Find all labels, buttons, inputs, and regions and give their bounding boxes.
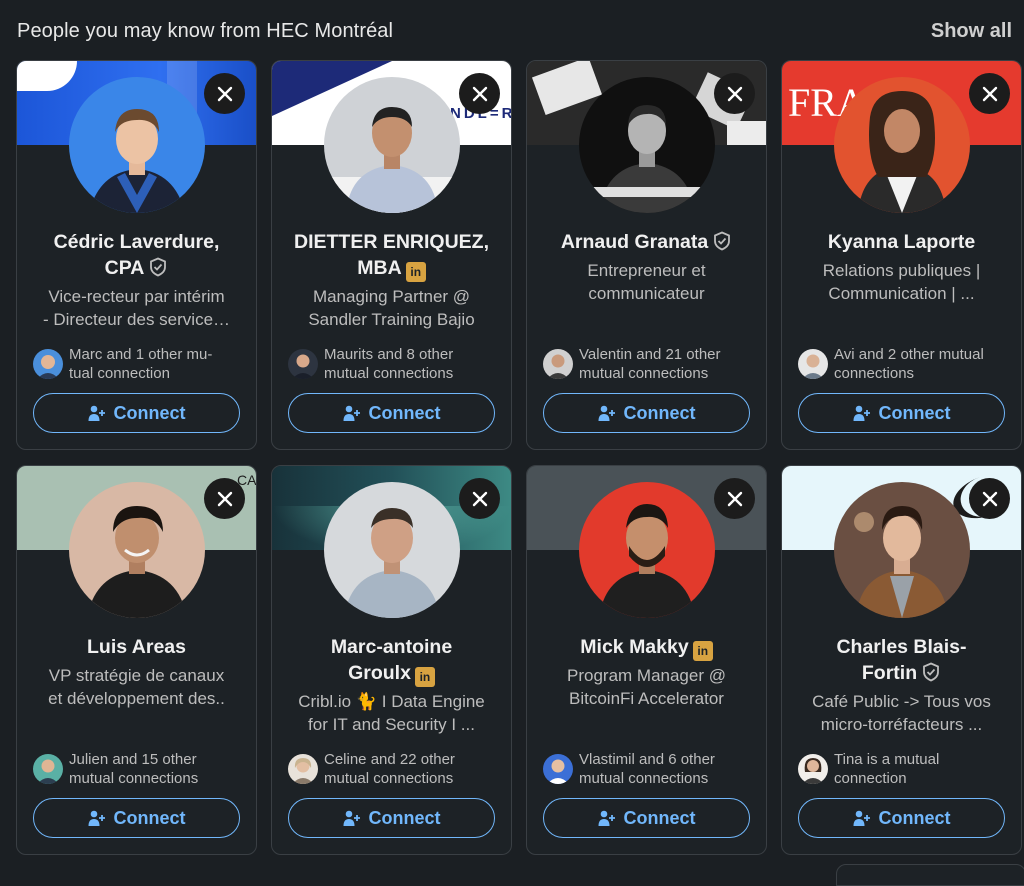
person-card[interactable]: Cédric Laverdure, CPA Vice-recteur par i…	[16, 60, 257, 450]
person-name[interactable]: Kyanna Laporte	[794, 229, 1009, 255]
mutual-avatar	[798, 754, 828, 784]
dismiss-button[interactable]	[204, 478, 245, 519]
person-card[interactable]: Marc-antoine Groulx in Cribl.io 🐈 I Data …	[271, 465, 512, 855]
dismiss-button[interactable]	[714, 73, 755, 114]
add-person-icon	[343, 810, 360, 826]
linkedin-premium-icon: in	[405, 262, 426, 282]
profile-photo[interactable]	[323, 77, 460, 213]
person-headline: Vice-recteur par intérim - Directeur des…	[42, 287, 231, 329]
verified-icon	[714, 231, 731, 251]
connect-button[interactable]: Connect	[543, 393, 750, 433]
connect-button[interactable]: Connect	[33, 798, 240, 838]
dismiss-button[interactable]	[459, 73, 500, 114]
mutual-connections[interactable]: Valentin and 21 other mutual connections	[543, 344, 756, 384]
people-grid: Cédric Laverdure, CPA Vice-recteur par i…	[16, 60, 1022, 855]
person-name[interactable]: Cédric Laverdure, CPA	[29, 229, 244, 281]
person-headline: Program Manager @ BitcoinFi Accelerator	[567, 666, 726, 708]
mutual-avatar	[543, 349, 573, 379]
person-headline: Managing Partner @ Sandler Training Baji…	[308, 287, 475, 329]
profile-photo[interactable]	[68, 77, 205, 213]
verified-icon	[923, 662, 940, 682]
dismiss-button[interactable]	[714, 478, 755, 519]
person-name[interactable]: DIETTER ENRIQUEZ, MBA in	[284, 229, 499, 282]
mutual-connections[interactable]: Maurits and 8 other mutual connections	[288, 344, 501, 384]
connect-button[interactable]: Connect	[33, 393, 240, 433]
profile-photo[interactable]	[68, 482, 205, 618]
person-name[interactable]: Charles Blais- Fortin	[794, 634, 1009, 686]
connect-button[interactable]: Connect	[288, 393, 495, 433]
connect-button[interactable]: Connect	[288, 798, 495, 838]
close-icon	[982, 86, 997, 101]
profile-photo[interactable]	[833, 482, 970, 618]
mutual-avatar	[798, 349, 828, 379]
person-name[interactable]: Marc-antoine Groulx in	[284, 634, 499, 687]
add-person-icon	[598, 405, 615, 421]
person-card[interactable]: CA Luis Areas VP stratégie de canaux et …	[16, 465, 257, 855]
person-card[interactable]: Mick Makky in Program Manager @ BitcoinFi…	[526, 465, 767, 855]
mutual-connections[interactable]: Tina is a mutual connection	[798, 749, 1011, 789]
connect-button[interactable]: Connect	[798, 798, 1005, 838]
dismiss-button[interactable]	[204, 73, 245, 114]
person-headline: Café Public -> Tous vos micro-torréfacte…	[812, 692, 991, 734]
mutual-avatar	[543, 754, 573, 784]
add-person-icon	[88, 405, 105, 421]
person-card[interactable]: NDL=R DIETTER ENRIQUEZ, MBAin Managing P…	[271, 60, 512, 450]
mutual-connections[interactable]: Marc and 1 other mu-tual connection	[33, 344, 246, 384]
person-headline: Cribl.io 🐈 I Data Engine for IT and Secu…	[298, 692, 485, 734]
profile-photo[interactable]	[578, 77, 715, 213]
person-card[interactable]: Charles Blais- Fortin Café Public -> Tou…	[781, 465, 1022, 855]
person-card[interactable]: Arnaud Granata Entrepreneur et communica…	[526, 60, 767, 450]
add-person-icon	[88, 810, 105, 826]
mutual-avatar	[33, 349, 63, 379]
mutual-connections[interactable]: Celine and 22 other mutual connections	[288, 749, 501, 789]
person-headline: Relations publiques | Communication | ..…	[822, 261, 981, 303]
add-person-icon	[598, 810, 615, 826]
close-icon	[982, 491, 997, 506]
person-headline: VP stratégie de canaux et développement …	[48, 666, 225, 708]
profile-photo[interactable]	[323, 482, 460, 618]
mutual-connections[interactable]: Vlastimil and 6 other mutual connections	[543, 749, 756, 789]
close-icon	[727, 86, 742, 101]
close-icon	[472, 491, 487, 506]
close-icon	[472, 86, 487, 101]
person-name[interactable]: Arnaud Granata	[539, 229, 754, 255]
show-all-link[interactable]: Show all	[931, 20, 1012, 43]
add-person-icon	[853, 405, 870, 421]
mutual-connections[interactable]: Julien and 15 other mutual connections	[33, 749, 246, 789]
person-headline: Entrepreneur et communicateur	[587, 261, 706, 303]
connect-button[interactable]: Connect	[543, 798, 750, 838]
person-name[interactable]: Luis Areas	[29, 634, 244, 660]
dismiss-button[interactable]	[969, 73, 1010, 114]
dismiss-button[interactable]	[969, 478, 1010, 519]
profile-photo[interactable]	[833, 77, 970, 213]
person-card[interactable]: FRA Kyanna Laporte Relations publiques |…	[781, 60, 1022, 450]
section-header: People you may know from HEC Montréal Sh…	[17, 14, 1012, 48]
close-icon	[217, 491, 232, 506]
dismiss-button[interactable]	[459, 478, 500, 519]
add-person-icon	[853, 810, 870, 826]
mutual-connections[interactable]: Avi and 2 other mutual connections	[798, 344, 1011, 384]
profile-photo[interactable]	[578, 482, 715, 618]
verified-icon	[150, 257, 167, 277]
linkedin-premium-icon: in	[414, 667, 435, 687]
close-icon	[727, 491, 742, 506]
section-title: People you may know from HEC Montréal	[17, 19, 394, 42]
mutual-avatar	[288, 754, 318, 784]
connect-button[interactable]: Connect	[798, 393, 1005, 433]
linkedin-premium-icon: in	[692, 641, 713, 661]
mutual-avatar	[288, 349, 318, 379]
mutual-avatar	[33, 754, 63, 784]
close-icon	[217, 86, 232, 101]
add-person-icon	[343, 405, 360, 421]
person-name[interactable]: Mick Makky in	[539, 634, 754, 661]
next-card-edge	[836, 864, 1024, 886]
